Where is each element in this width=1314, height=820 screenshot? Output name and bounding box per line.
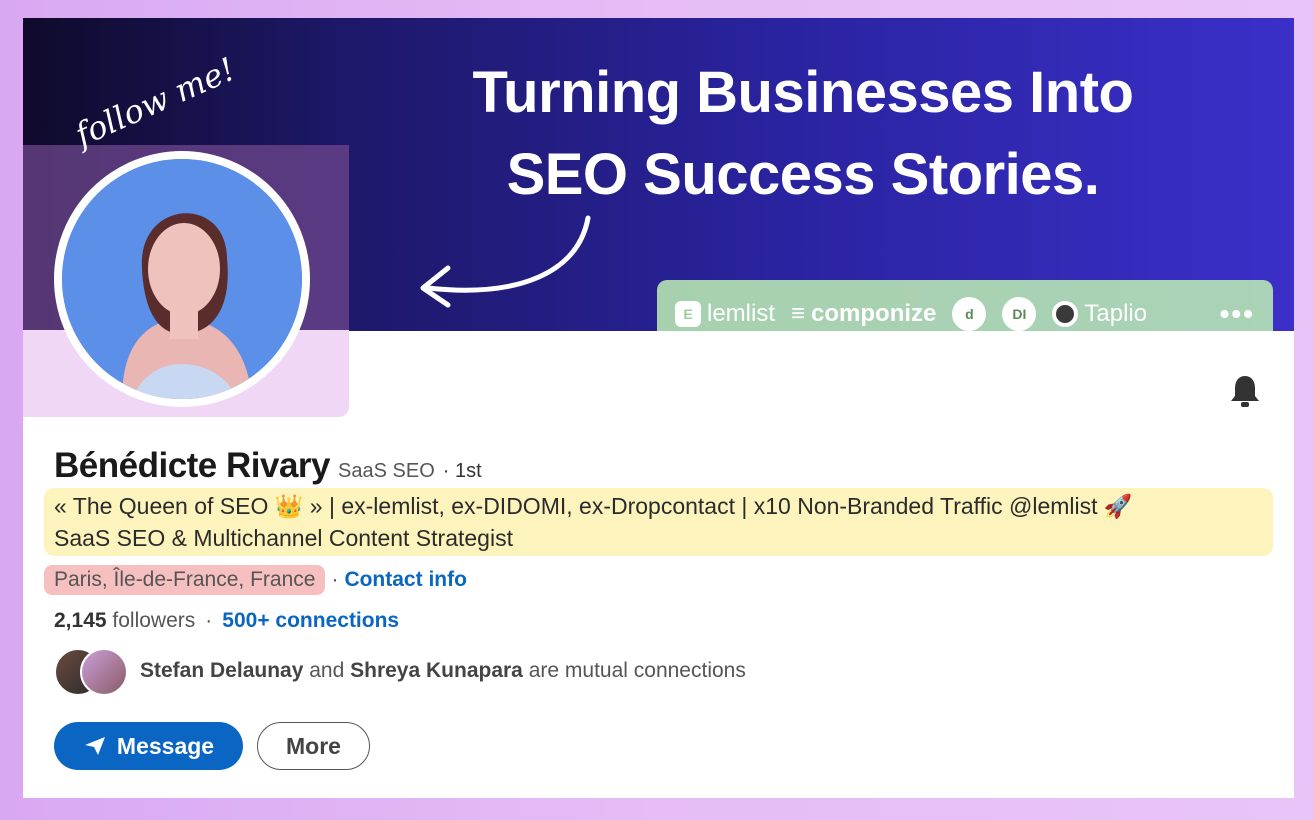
partner-di: DI: [1002, 297, 1037, 331]
d-logo-icon: d: [952, 297, 987, 331]
mutual-avatars: [54, 648, 128, 696]
partner-d: d: [952, 297, 987, 331]
profile-name: Bénédicte Rivary: [54, 446, 331, 485]
profile-location: Paris, Île-de-France, France: [44, 565, 326, 595]
mutual-text: Stefan Delaunay and Shreya Kunapara are …: [140, 659, 746, 682]
arrow-icon: [420, 215, 591, 308]
avatar: [80, 648, 128, 696]
mutual-name-1[interactable]: Stefan Delaunay: [140, 659, 303, 682]
partner-lemlist: E lemlist: [675, 300, 775, 328]
banner-headline-line2: SEO Success Stories.: [506, 142, 1100, 207]
person-silhouette-icon: [62, 159, 302, 399]
location-row: Paris, Île-de-France, France · Contact i…: [44, 565, 467, 595]
message-button[interactable]: Message: [54, 722, 243, 770]
avatar-photo: [62, 159, 302, 399]
partner-taplio: Taplio: [1052, 300, 1147, 328]
separator-dot: ·: [331, 568, 339, 591]
lemlist-logo-icon: E: [675, 301, 701, 327]
profile-subtitle: SaaS SEO: [338, 460, 435, 482]
followers-label: followers: [112, 609, 196, 632]
more-button[interactable]: More: [257, 722, 370, 770]
profile-avatar[interactable]: [54, 151, 310, 407]
headline-line2: SaaS SEO & Multichannel Content Strategi…: [54, 525, 513, 551]
more-partners-icon: •••: [1219, 298, 1255, 329]
partner-componize: ≡ componize: [791, 300, 937, 327]
profile-headline: « The Queen of SEO 👑 » | ex-lemlist, ex-…: [44, 488, 1273, 556]
followers-stat: 2,145 followers: [54, 609, 195, 633]
connection-degree: · 1st: [442, 460, 482, 482]
profile-actions: Message More: [54, 722, 370, 770]
taplio-logo-icon: [1052, 301, 1079, 327]
connections-link[interactable]: 500+ connections: [222, 609, 399, 633]
send-icon: [84, 737, 105, 755]
name-row: Bénédicte Rivary SaaS SEO · 1st: [54, 446, 482, 486]
componize-logo-icon: ≡: [791, 300, 806, 327]
headline-line1: « The Queen of SEO 👑 » | ex-lemlist, ex-…: [54, 493, 1133, 519]
bell-icon[interactable]: [1228, 373, 1262, 409]
followers-count: 2,145: [54, 609, 107, 632]
contact-info-link[interactable]: Contact info: [344, 568, 466, 592]
mutual-connections-row[interactable]: Stefan Delaunay and Shreya Kunapara are …: [54, 648, 746, 696]
banner-headline-line1: Turning Businesses Into: [472, 60, 1134, 125]
mutual-name-2[interactable]: Shreya Kunapara: [350, 659, 523, 682]
partner-logos: E lemlist ≡ componize d DI Taplio •••: [657, 280, 1273, 331]
profile-card: Turning Businesses Into SEO Success Stor…: [23, 18, 1294, 798]
separator-dot: ·: [205, 609, 213, 632]
followers-row: 2,145 followers · 500+ connections: [54, 609, 399, 633]
di-logo-icon: DI: [1002, 297, 1037, 331]
banner-headline: Turning Businesses Into SEO Success Stor…: [383, 52, 1223, 216]
